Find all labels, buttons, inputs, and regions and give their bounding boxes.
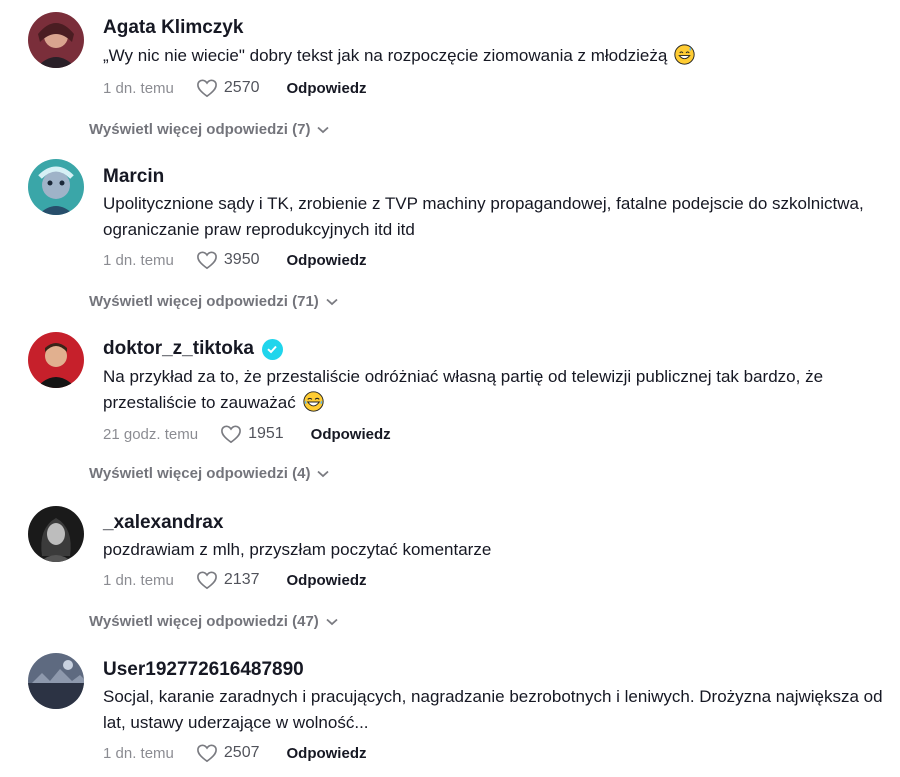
comment-meta: 1 dn. temu 3950 Odpowiedz — [103, 250, 366, 270]
like-button[interactable]: 3950 — [196, 250, 260, 270]
like-count: 2137 — [223, 571, 260, 588]
reply-button[interactable]: Odpowiedz — [286, 80, 366, 97]
like-button[interactable]: 1951 — [220, 424, 284, 444]
comment-time: 1 dn. temu — [103, 79, 174, 97]
comment-username[interactable]: _xalexandrax — [103, 512, 223, 534]
comment-text: „Wy nic nie wiecie" dobry tekst jak na r… — [103, 43, 893, 69]
comment-meta: 1 dn. temu 2570 Odpowiedz — [103, 78, 366, 98]
sweat-smile-emoji-icon — [674, 44, 695, 65]
comment-time: 1 dn. temu — [103, 744, 174, 762]
heart-icon — [196, 251, 217, 270]
comment-username[interactable]: User192772616487890 — [103, 659, 304, 681]
reply-button[interactable]: Odpowiedz — [311, 426, 391, 443]
heart-icon — [196, 79, 217, 98]
comment-text: Na przykład za to, że przestaliście odró… — [103, 367, 824, 412]
comment-username[interactable]: Agata Klimczyk — [103, 17, 243, 39]
like-count: 2507 — [223, 744, 260, 761]
like-button[interactable]: 2137 — [196, 570, 260, 590]
comment-meta: 1 dn. temu 2507 Odpowiedz — [103, 743, 366, 763]
avatar[interactable] — [28, 332, 84, 388]
heart-icon — [196, 571, 217, 590]
comment-meta: 21 godz. temu 1951 Odpowiedz — [103, 424, 391, 444]
avatar[interactable] — [28, 12, 84, 68]
like-button[interactable]: 2570 — [196, 78, 260, 98]
verified-badge-icon — [261, 338, 283, 360]
comment-username[interactable]: Marcin — [103, 166, 164, 188]
view-more-replies-button[interactable]: Wyświetl więcej odpowiedzi (4) — [89, 465, 330, 482]
reply-button[interactable]: Odpowiedz — [286, 252, 366, 269]
avatar[interactable] — [28, 159, 84, 215]
chevron-down-icon — [326, 298, 338, 305]
comment-time: 21 godz. temu — [103, 425, 199, 443]
chevron-down-icon — [326, 618, 338, 625]
comment-time: 1 dn. temu — [103, 571, 174, 589]
like-count: 2570 — [223, 79, 260, 96]
like-count: 1951 — [248, 425, 284, 442]
chevron-down-icon — [317, 470, 330, 477]
comment-text: Upolitycznione sądy i TK, zrobienie z TV… — [103, 194, 864, 239]
like-count: 3950 — [223, 251, 260, 268]
avatar[interactable] — [28, 653, 84, 709]
view-more-replies-button[interactable]: Wyświetl więcej odpowiedzi (7) — [89, 121, 330, 138]
reply-button[interactable]: Odpowiedz — [286, 572, 366, 589]
avatar[interactable] — [28, 506, 84, 562]
heart-icon — [221, 425, 241, 444]
view-more-replies-button[interactable]: Wyświetl więcej odpowiedzi (71) — [89, 293, 338, 310]
joy-emoji-icon — [302, 391, 324, 412]
comment-meta: 1 dn. temu 2137 Odpowiedz — [103, 570, 366, 590]
like-button[interactable]: 2507 — [196, 743, 260, 763]
comment-text: Socjal, karanie zaradnych i pracujących,… — [103, 687, 883, 732]
reply-button[interactable]: Odpowiedz — [286, 745, 366, 762]
comment-username[interactable]: doktor_z_tiktoka — [103, 338, 283, 360]
view-more-replies-button[interactable]: Wyświetl więcej odpowiedzi (47) — [89, 613, 338, 630]
comment-time: 1 dn. temu — [103, 251, 174, 269]
comment-text: pozdrawiam z mlh, przyszłam poczytać kom… — [103, 540, 492, 559]
heart-icon — [196, 744, 217, 763]
chevron-down-icon — [317, 126, 330, 133]
